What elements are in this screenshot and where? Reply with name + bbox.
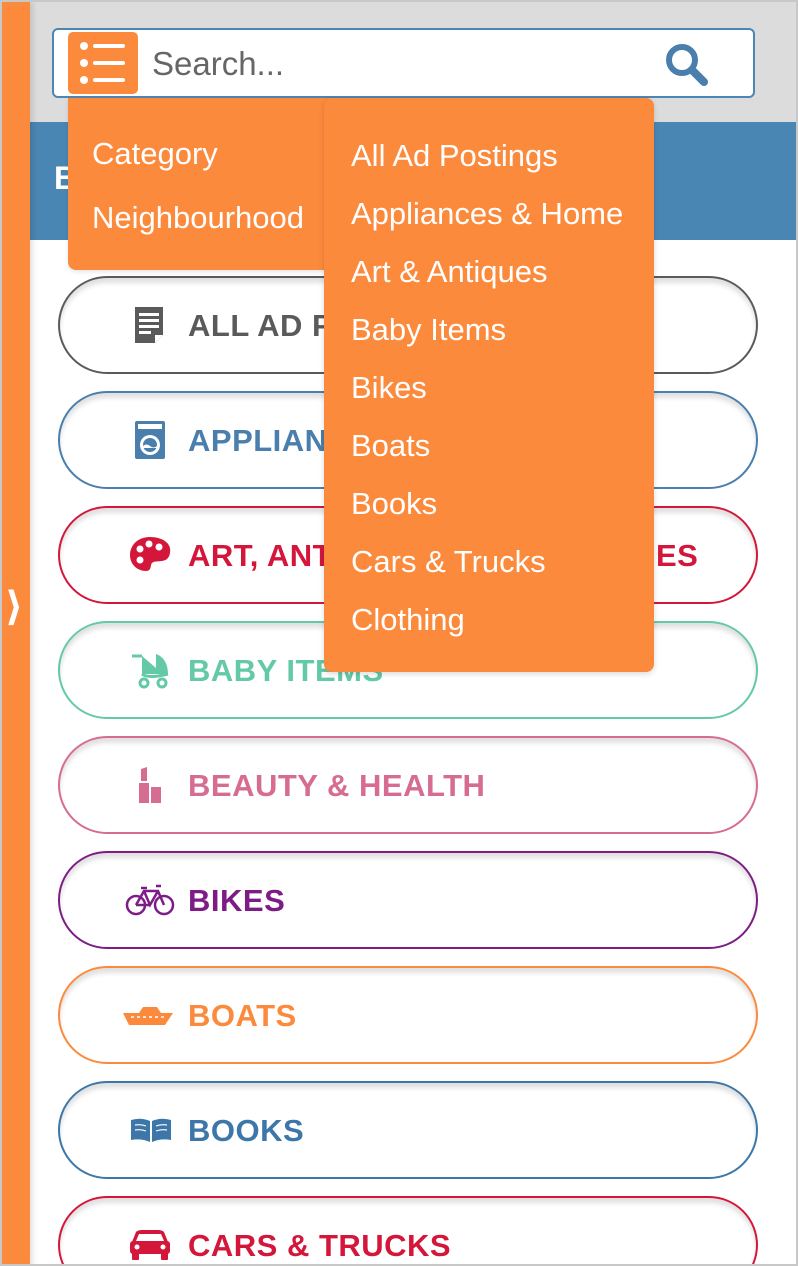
category-option[interactable]: Bikes xyxy=(351,370,427,406)
category-label: BOOKS xyxy=(188,1113,305,1148)
filter-option-neighbourhood[interactable]: Neighbourhood xyxy=(92,200,304,236)
category-label: CARS & TRUCKS xyxy=(188,1228,452,1263)
category-label: ART, ANT xyxy=(188,538,333,573)
category-label: BIKES xyxy=(188,883,286,918)
category-option[interactable]: Cars & Trucks xyxy=(351,544,546,580)
washing-machine-icon xyxy=(126,417,174,463)
lipstick-icon xyxy=(126,762,174,808)
category-option[interactable]: Clothing xyxy=(351,602,465,638)
category-button-bikes[interactable]: BIKES xyxy=(58,851,758,949)
book-icon xyxy=(126,1107,176,1153)
category-label-tail: ES xyxy=(656,538,699,573)
category-button-cars-trucks[interactable]: CARS & TRUCKS xyxy=(58,1196,758,1264)
chevron-right-icon: ⟩ xyxy=(5,584,24,630)
document-icon xyxy=(126,302,174,348)
search-icon[interactable] xyxy=(664,42,710,88)
category-button-books[interactable]: BOOKS xyxy=(58,1081,758,1179)
palette-icon xyxy=(126,532,174,578)
category-label: BEAUTY & HEALTH xyxy=(188,768,486,803)
filter-type-dropdown: Category Neighbourhood xyxy=(68,98,338,270)
category-option[interactable]: Baby Items xyxy=(351,312,506,348)
category-option[interactable]: Art & Antiques xyxy=(351,254,547,290)
category-button-beauty-health[interactable]: BEAUTY & HEALTH xyxy=(58,736,758,834)
category-option[interactable]: Boats xyxy=(351,428,430,464)
stroller-icon xyxy=(126,647,174,693)
category-dropdown: All Ad Postings Appliances & Home Art & … xyxy=(324,98,654,672)
side-drawer-handle[interactable]: ⟩ xyxy=(2,2,30,1264)
car-icon xyxy=(124,1222,176,1264)
category-option[interactable]: All Ad Postings xyxy=(351,138,558,174)
menu-button[interactable] xyxy=(68,32,138,94)
category-button-boats[interactable]: BOATS xyxy=(58,966,758,1064)
list-menu-icon xyxy=(80,42,125,84)
category-option[interactable]: Books xyxy=(351,486,437,522)
category-label: ALL AD P xyxy=(188,308,334,343)
bicycle-icon xyxy=(124,877,176,923)
app-frame: B ALL AD P xyxy=(0,0,798,1266)
category-label: APPLIAN xyxy=(188,423,328,458)
category-label: BOATS xyxy=(188,998,297,1033)
search-input[interactable] xyxy=(152,38,632,90)
filter-option-category[interactable]: Category xyxy=(92,136,218,172)
category-option[interactable]: Appliances & Home xyxy=(351,196,623,232)
boat-icon xyxy=(120,992,176,1038)
